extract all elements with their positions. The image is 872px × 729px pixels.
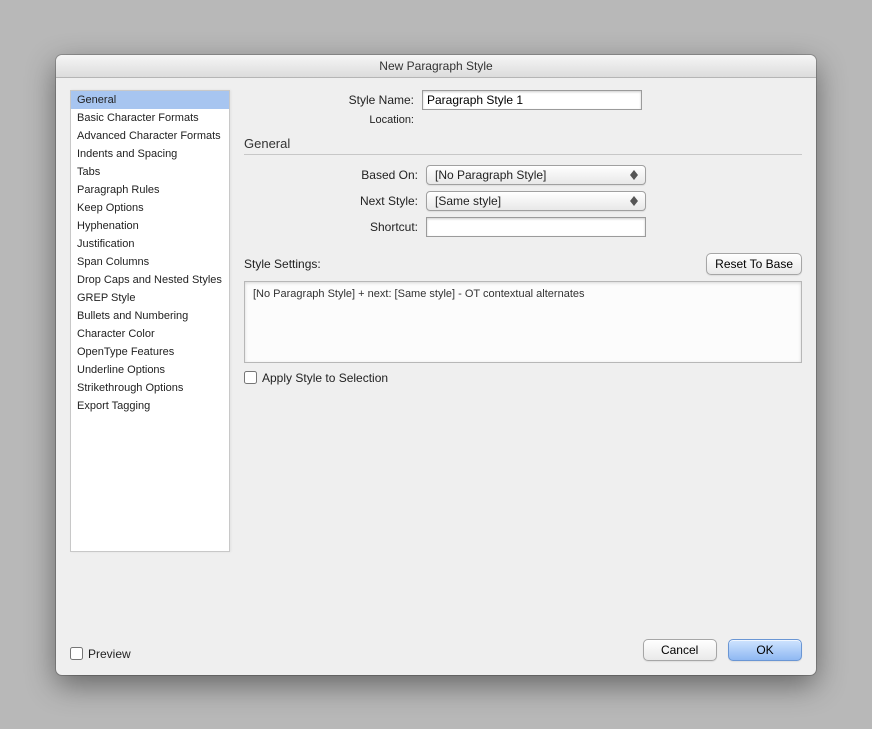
sidebar-item-export-tagging[interactable]: Export Tagging bbox=[71, 397, 229, 415]
sidebar-item-strikethrough-options[interactable]: Strikethrough Options bbox=[71, 379, 229, 397]
sidebar-item-span-columns[interactable]: Span Columns bbox=[71, 253, 229, 271]
style-name-input[interactable] bbox=[422, 90, 642, 110]
sidebar-item-paragraph-rules[interactable]: Paragraph Rules bbox=[71, 181, 229, 199]
preview-label: Preview bbox=[88, 647, 131, 661]
main-panel: Style Name: Location: General Based On: … bbox=[244, 90, 802, 621]
section-title-general: General bbox=[244, 132, 802, 154]
shortcut-input[interactable] bbox=[426, 217, 646, 237]
based-on-label: Based On: bbox=[248, 168, 426, 182]
preview-checkbox-row[interactable]: Preview bbox=[70, 647, 131, 661]
sidebar-item-bullets-and-numbering[interactable]: Bullets and Numbering bbox=[71, 307, 229, 325]
next-style-label: Next Style: bbox=[248, 194, 426, 208]
style-settings-label: Style Settings: bbox=[244, 257, 321, 271]
sidebar-item-tabs[interactable]: Tabs bbox=[71, 163, 229, 181]
section-divider bbox=[244, 154, 802, 155]
based-on-select[interactable]: [No Paragraph Style] bbox=[426, 165, 646, 185]
sidebar-item-advanced-character-formats[interactable]: Advanced Character Formats bbox=[71, 127, 229, 145]
based-on-value: [No Paragraph Style] bbox=[435, 168, 546, 182]
preview-checkbox[interactable] bbox=[70, 647, 83, 660]
style-name-label: Style Name: bbox=[244, 93, 422, 107]
apply-style-checkbox[interactable] bbox=[244, 371, 257, 384]
reset-to-base-button[interactable]: Reset To Base bbox=[706, 253, 802, 275]
shortcut-label: Shortcut: bbox=[248, 220, 426, 234]
ok-button[interactable]: OK bbox=[728, 639, 802, 661]
sidebar-item-keep-options[interactable]: Keep Options bbox=[71, 199, 229, 217]
dialog-title: New Paragraph Style bbox=[56, 55, 816, 78]
next-style-value: [Same style] bbox=[435, 194, 501, 208]
sidebar-item-character-color[interactable]: Character Color bbox=[71, 325, 229, 343]
dropdown-icon bbox=[627, 167, 641, 183]
sidebar-item-underline-options[interactable]: Underline Options bbox=[71, 361, 229, 379]
category-sidebar: GeneralBasic Character FormatsAdvanced C… bbox=[70, 90, 230, 552]
cancel-button[interactable]: Cancel bbox=[643, 639, 717, 661]
sidebar-item-indents-and-spacing[interactable]: Indents and Spacing bbox=[71, 145, 229, 163]
sidebar-item-opentype-features[interactable]: OpenType Features bbox=[71, 343, 229, 361]
sidebar-item-hyphenation[interactable]: Hyphenation bbox=[71, 217, 229, 235]
next-style-select[interactable]: [Same style] bbox=[426, 191, 646, 211]
dialog-content: GeneralBasic Character FormatsAdvanced C… bbox=[56, 78, 816, 629]
style-settings-textarea[interactable]: [No Paragraph Style] + next: [Same style… bbox=[244, 281, 802, 363]
sidebar-item-general[interactable]: General bbox=[71, 91, 229, 109]
sidebar-item-basic-character-formats[interactable]: Basic Character Formats bbox=[71, 109, 229, 127]
dropdown-icon bbox=[627, 193, 641, 209]
dialog-new-paragraph-style: New Paragraph Style GeneralBasic Charact… bbox=[56, 55, 816, 675]
apply-style-label: Apply Style to Selection bbox=[262, 371, 388, 385]
location-label: Location: bbox=[244, 114, 422, 126]
dialog-footer: Preview Cancel OK bbox=[56, 629, 816, 675]
sidebar-item-justification[interactable]: Justification bbox=[71, 235, 229, 253]
apply-style-checkbox-row[interactable]: Apply Style to Selection bbox=[244, 371, 802, 385]
footer-buttons: Cancel OK bbox=[643, 639, 802, 661]
sidebar-item-grep-style[interactable]: GREP Style bbox=[71, 289, 229, 307]
sidebar-item-drop-caps-and-nested-styles[interactable]: Drop Caps and Nested Styles bbox=[71, 271, 229, 289]
